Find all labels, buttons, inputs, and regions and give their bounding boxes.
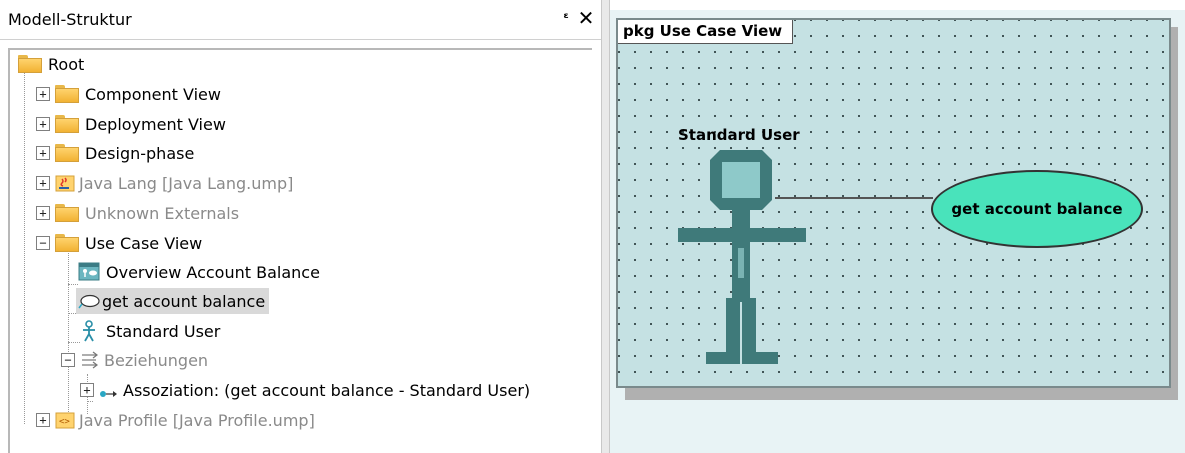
tree-item-label: Use Case View — [85, 233, 203, 253]
tree-item-design-phase[interactable]: + Design-phase — [36, 140, 194, 166]
tree-item-use-case-view[interactable]: − Use Case View — [36, 230, 202, 256]
actor-icon — [80, 320, 98, 342]
canvas-top-strip — [610, 0, 1185, 10]
tree-item-beziehungen[interactable]: − Beziehungen — [61, 347, 208, 373]
tree-item-label: Java Profile [Java Profile.ump] — [79, 410, 315, 430]
expand-icon[interactable]: + — [80, 383, 94, 397]
tree-connector-line — [68, 284, 78, 285]
actor-right-foot — [742, 352, 778, 364]
actor-name-label[interactable]: Standard User — [678, 126, 800, 144]
folder-icon — [55, 234, 79, 252]
expand-icon[interactable]: + — [36, 117, 50, 131]
close-icon[interactable]: ✕ — [577, 6, 595, 30]
expand-icon[interactable]: + — [36, 176, 50, 190]
folder-icon — [55, 144, 79, 162]
actor-left-leg — [726, 298, 740, 354]
pin-icon[interactable]: ᵋ — [558, 9, 574, 27]
expand-icon[interactable]: + — [36, 87, 50, 101]
tree-item-label: Root — [48, 54, 85, 74]
tree-item-assoziation[interactable]: + Assoziation: (get account balance - St… — [80, 377, 530, 403]
folder-icon — [55, 85, 79, 103]
tree-item-label: Beziehungen — [104, 350, 209, 370]
tree-item-label: Design-phase — [85, 143, 195, 163]
tree-item-overview-account-balance[interactable]: Overview Account Balance — [78, 259, 320, 285]
tree-item-unknown-externals[interactable]: + Unknown Externals — [36, 200, 239, 226]
expand-icon[interactable]: + — [36, 206, 50, 220]
actor-body-highlight — [738, 248, 744, 278]
association-line[interactable] — [775, 197, 933, 199]
package-label[interactable]: pkg Use Case View — [618, 20, 794, 44]
panel-title: Modell-Struktur — [8, 10, 132, 29]
folder-icon — [55, 204, 79, 222]
model-tree: Root + Component View + Deployment View … — [8, 48, 592, 453]
diagram-canvas[interactable]: pkg Use Case View Standard User get acco… — [610, 0, 1185, 453]
collapse-icon[interactable]: − — [61, 353, 75, 367]
actor-figure[interactable] — [676, 148, 811, 373]
tree-item-deployment-view[interactable]: + Deployment View — [36, 111, 226, 137]
tree-item-root[interactable]: Root — [18, 51, 84, 77]
model-structure-panel: Modell-Struktur ᵋ ✕ Root + Component Vie… — [0, 0, 601, 453]
tree-item-label: Assoziation: (get account balance - Stan… — [123, 380, 531, 400]
actor-face — [722, 162, 760, 198]
tree-connector-line — [68, 250, 69, 412]
actor-neck — [732, 210, 750, 228]
relations-icon — [80, 351, 100, 369]
tree-item-label: Deployment View — [85, 114, 226, 134]
java-library-icon — [55, 173, 75, 193]
folder-icon — [55, 115, 79, 133]
tree-connector-line — [24, 72, 25, 424]
panel-splitter[interactable] — [601, 0, 610, 453]
actor-right-leg — [742, 298, 756, 354]
tree-item-label: Standard User — [106, 321, 221, 341]
tree-item-java-profile[interactable]: + <> Java Profile [Java Profile.ump] — [36, 407, 315, 433]
panel-title-bar: Modell-Struktur ᵋ ✕ — [0, 0, 601, 40]
tree-item-get-account-balance[interactable]: get account balance — [76, 288, 270, 314]
folder-icon — [18, 55, 42, 73]
tree-item-label: Unknown Externals — [85, 203, 240, 223]
use-case-label: get account balance — [951, 200, 1123, 218]
actor-arms — [678, 228, 806, 242]
association-icon — [99, 381, 119, 399]
tree-item-java-lang[interactable]: + Java Lang [Java Lang.ump] — [36, 170, 293, 196]
tree-item-label: Overview Account Balance — [106, 262, 320, 282]
profile-package-icon: <> — [55, 410, 75, 430]
tree-connector-line — [68, 342, 80, 343]
svg-text:<>: <> — [59, 417, 70, 427]
expand-icon[interactable]: + — [36, 146, 50, 160]
use-case-icon — [78, 292, 100, 310]
actor-left-foot — [706, 352, 740, 364]
tree-item-label: get account balance — [102, 291, 266, 311]
tree-item-label: Java Lang [Java Lang.ump] — [79, 173, 294, 193]
expand-icon[interactable]: + — [36, 413, 50, 427]
package-diagram-frame[interactable]: pkg Use Case View Standard User get acco… — [616, 18, 1171, 388]
collapse-icon[interactable]: − — [36, 236, 50, 250]
tree-item-component-view[interactable]: + Component View — [36, 81, 221, 107]
use-case-ellipse[interactable]: get account balance — [931, 170, 1143, 248]
diagram-icon — [78, 262, 100, 282]
tree-item-label: Component View — [85, 84, 221, 104]
tree-item-standard-user[interactable]: Standard User — [80, 318, 220, 344]
